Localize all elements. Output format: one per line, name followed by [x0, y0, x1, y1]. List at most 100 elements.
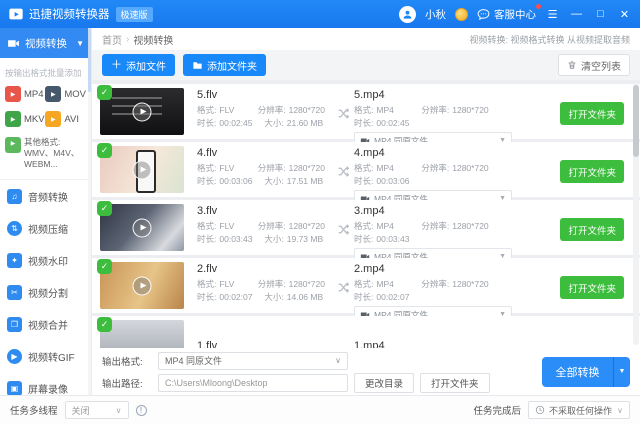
sidebar-item-label: 视频合并 [28, 317, 68, 332]
format-shortcut-mov[interactable]: ▶ MOV [45, 86, 86, 102]
sidebar-item-label: 屏幕录像 [28, 381, 68, 396]
play-icon[interactable] [133, 102, 152, 121]
shuffle-arrows-icon [332, 281, 354, 294]
sidebar-item-audio-convert[interactable]: ♫ 音频转换 [0, 180, 91, 212]
service-center-button[interactable]: 客服中心 [477, 7, 536, 22]
open-output-folder-button[interactable]: 打开文件夹 [420, 373, 490, 393]
open-folder-button[interactable]: 打开文件夹 [560, 160, 624, 183]
video-thumbnail [100, 320, 184, 348]
videocam-icon [7, 37, 20, 50]
toolbar: ＋ 添加文件 添加文件夹 清空列表 [92, 50, 640, 80]
info-icon[interactable]: ! [136, 405, 147, 416]
file-row: ✓ 1.flv 1.mp4 [92, 316, 640, 348]
label: 分辨率: [421, 162, 449, 175]
app-title: 迅捷视频转换器 [29, 6, 110, 22]
source-file-name: 3.flv [197, 204, 332, 218]
add-folder-button[interactable]: 添加文件夹 [183, 54, 266, 76]
chevron-down-icon: ∨ [116, 406, 122, 415]
sidebar-item-label: 视频转GIF [28, 349, 75, 364]
format-shortcut-avi[interactable]: ▶ AVI [45, 111, 86, 127]
play-icon[interactable] [133, 276, 152, 295]
value: 1280*720 [452, 278, 488, 291]
chevron-down-icon: ∨ [617, 406, 623, 415]
value: 00:02:07 [376, 291, 418, 304]
sidebar-scrollbar[interactable] [88, 28, 91, 395]
check-icon[interactable]: ✓ [97, 317, 112, 332]
output-path-field[interactable]: C:\Users\Mloong\Desktop [158, 374, 348, 392]
sidebar-item-label: 视频分割 [28, 285, 68, 300]
play-icon[interactable] [133, 218, 152, 237]
close-icon[interactable]: ✕ [617, 8, 632, 21]
vip-coin-icon[interactable] [455, 8, 468, 21]
sidebar-item-video-split[interactable]: ✂ 视频分割 [0, 276, 91, 308]
convert-all-button[interactable]: 全部转换 ▼ [542, 357, 630, 387]
sidebar-item-video-convert[interactable]: 视频转换 ▼ [0, 28, 91, 58]
target-file-name: 4.mp4 [354, 146, 522, 160]
scrollbar-thumb[interactable] [88, 28, 91, 92]
open-folder-button[interactable]: 打开文件夹 [560, 218, 624, 241]
chevron-down-icon[interactable]: ▼ [613, 357, 630, 387]
sidebar-item-video-watermark[interactable]: ✦ 视频水印 [0, 244, 91, 276]
label: 大小: [264, 117, 283, 130]
titlebar: 迅捷视频转换器 极速版 小秋 客服中心 ☰ — □ ✕ [0, 0, 640, 28]
value: 1280*720 [452, 162, 488, 175]
sidebar-item-video-compress[interactable]: ⇅ 视频压缩 [0, 212, 91, 244]
check-icon[interactable]: ✓ [97, 143, 112, 158]
value: 1280*720 [452, 104, 488, 117]
value: 00:02:45 [219, 117, 261, 130]
play-icon[interactable] [133, 160, 152, 179]
on-complete-select[interactable]: 不采取任何操作 ∨ [528, 401, 630, 419]
check-icon[interactable]: ✓ [97, 201, 112, 216]
label: 分辨率: [258, 104, 286, 117]
output-format-label: 输出格式: [102, 354, 152, 368]
sidebar-item-video-to-gif[interactable]: ▶ 视频转GIF [0, 340, 91, 372]
sidebar: 视频转换 ▼ 按输出格式批量添加 ▶ MP4 ▶ MOV ▶ MKV ▶ AVI… [0, 28, 92, 395]
minimize-icon[interactable]: — [569, 8, 584, 20]
label: 分辨率: [258, 278, 286, 291]
mp4-file-icon: ▶ [5, 86, 21, 102]
breadcrumb-home[interactable]: 首页 [102, 32, 122, 47]
label: 时长: [197, 233, 216, 246]
value: MP4 [376, 220, 418, 233]
video-merge-icon: ❒ [7, 317, 22, 332]
check-icon[interactable]: ✓ [97, 85, 112, 100]
label: 时长: [354, 233, 373, 246]
source-file-name: 2.flv [197, 262, 332, 276]
output-format-select[interactable]: MP4 同原文件 ∨ [158, 352, 348, 370]
sidebar-item-label: 视频转换 [25, 36, 67, 51]
user-avatar[interactable] [399, 6, 416, 23]
label: 时长: [354, 117, 373, 130]
scrollbar-thumb[interactable] [633, 85, 639, 157]
main-content: 首页 › 视频转换 视频转换: 视频格式转换 从视频提取音频 ＋ 添加文件 添加… [92, 28, 640, 395]
label: 分辨率: [258, 162, 286, 175]
file-row: ✓ 5.flv 格式:FLV分辨率:1280*720 时长:00:02:45大小… [92, 84, 640, 139]
list-scrollbar[interactable] [633, 83, 639, 345]
clear-list-button[interactable]: 清空列表 [558, 54, 630, 76]
label: 格式: [197, 162, 216, 175]
shuffle-arrows-icon [332, 107, 354, 120]
check-icon[interactable]: ✓ [97, 259, 112, 274]
maximize-icon[interactable]: □ [593, 8, 608, 20]
chevron-down-icon: ▼ [76, 39, 84, 48]
output-panel: 输出格式: MP4 同原文件 ∨ 输出路径: C:\Users\Mloong\D… [92, 348, 640, 395]
value: 19.73 MB [287, 233, 323, 246]
target-file-name: 3.mp4 [354, 204, 522, 218]
username[interactable]: 小秋 [425, 7, 446, 22]
multithread-select[interactable]: 关闭 ∨ [65, 401, 129, 419]
sidebar-item-video-merge[interactable]: ❒ 视频合并 [0, 308, 91, 340]
output-path-label: 输出路径: [102, 376, 152, 390]
format-shortcut-mkv[interactable]: ▶ MKV [5, 111, 45, 127]
format-shortcut-other[interactable]: ▶ 其他格式: WMV、M4V、WEBM... [0, 127, 91, 170]
format-shortcut-mp4[interactable]: ▶ MP4 [5, 86, 45, 102]
select-value: 不采取任何操作 [549, 404, 612, 417]
change-directory-button[interactable]: 更改目录 [354, 373, 414, 393]
open-folder-button[interactable]: 打开文件夹 [560, 102, 624, 125]
target-file-name: 2.mp4 [354, 262, 522, 276]
open-folder-button[interactable]: 打开文件夹 [560, 276, 624, 299]
value: 1280*720 [289, 278, 325, 291]
label: 大小: [264, 175, 283, 188]
value: FLV [219, 278, 254, 291]
add-file-button[interactable]: ＋ 添加文件 [102, 54, 175, 76]
sidebar-item-label: 视频压缩 [28, 221, 68, 236]
menu-icon[interactable]: ☰ [545, 8, 560, 21]
